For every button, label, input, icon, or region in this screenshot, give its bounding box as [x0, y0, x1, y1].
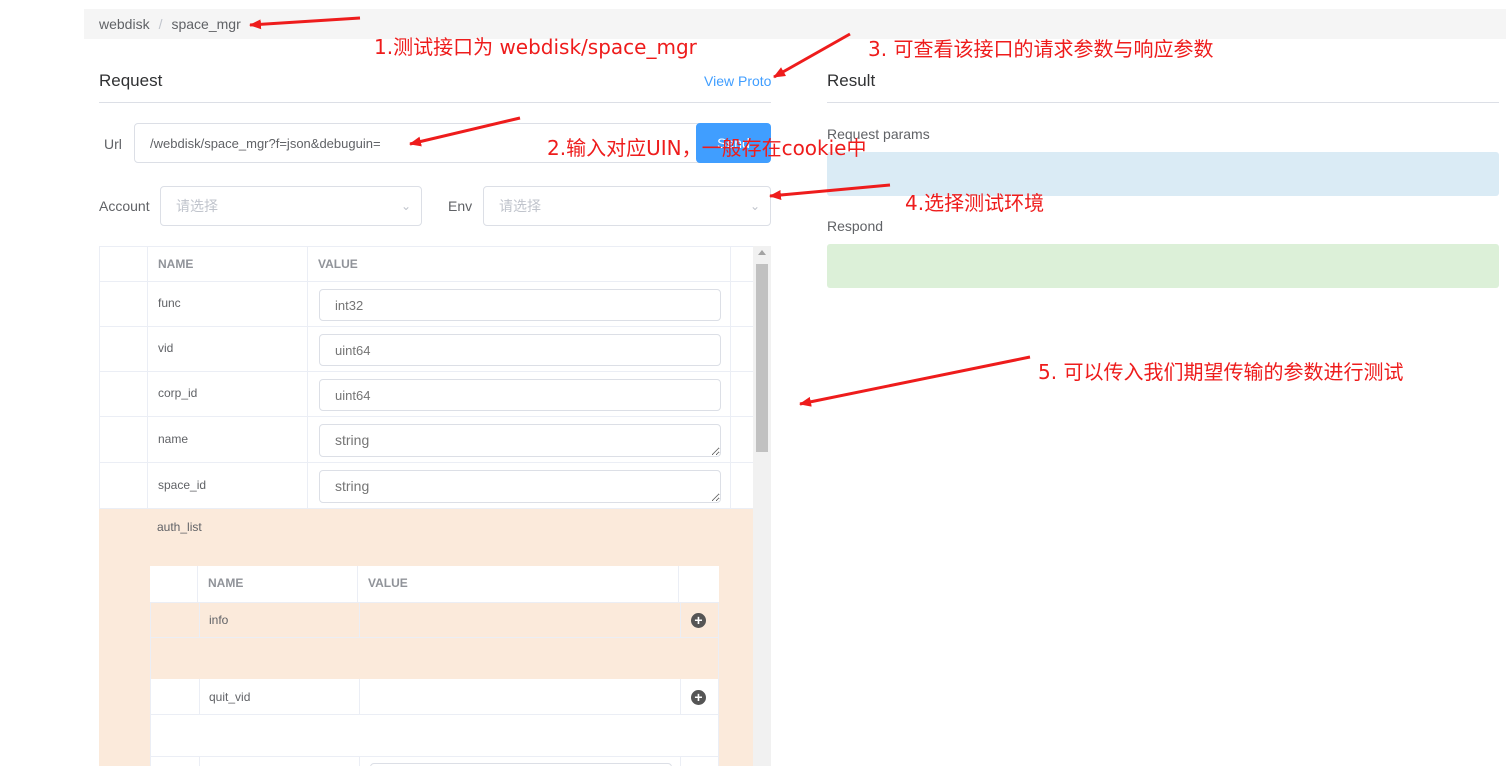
breadcrumb: webdisk / space_mgr [84, 9, 1506, 39]
add-icon[interactable]: + [691, 613, 706, 628]
table-row: name [99, 417, 753, 463]
nested-table-header: NAME VALUE [150, 566, 719, 603]
annotation-1: 1.测试接口为 webdisk/space_mgr [374, 35, 697, 59]
result-title: Result [827, 71, 876, 90]
param-name: space_id [148, 463, 308, 508]
table-row: vid [99, 327, 753, 372]
chevron-down-icon: ⌄ [400, 199, 411, 213]
nested-row-quit-vid: quit_vid + [150, 679, 719, 756]
view-proto-link[interactable]: View Proto [704, 73, 771, 89]
add-icon[interactable]: + [691, 690, 706, 705]
param-value-input[interactable] [319, 379, 721, 411]
request-divider [99, 102, 771, 103]
respond-label: Respond [827, 218, 884, 234]
respond-box [827, 244, 1499, 288]
nested-header-name: NAME [198, 566, 358, 602]
env-placeholder: 请选择 [499, 198, 541, 214]
header-value: VALUE [308, 247, 731, 281]
header-name: NAME [148, 247, 308, 281]
nested-row-info: info + [150, 602, 719, 679]
annotation-2: 2.输入对应UIN，一般存在cookie中 [547, 136, 867, 160]
result-divider [827, 102, 1499, 103]
breadcrumb-separator: / [158, 16, 163, 32]
table-row: space_id [99, 463, 753, 509]
param-name: vid [148, 327, 308, 371]
scrollbar-thumb[interactable] [756, 264, 768, 452]
url-label: Url [104, 136, 122, 152]
nested-row-partial [150, 756, 719, 766]
param-name: func [148, 282, 308, 326]
params-scrollbar[interactable] [753, 246, 771, 766]
table-row: corp_id [99, 372, 753, 417]
param-name: corp_id [148, 372, 308, 416]
params-table: NAME VALUE func vid corp_id name space_i… [99, 246, 753, 766]
param-value-textarea[interactable] [319, 424, 721, 457]
nested-header-value: VALUE [358, 566, 679, 602]
table-row-nested: auth_list NAME VALUE info + quit_vid + [99, 509, 753, 766]
table-header: NAME VALUE [99, 246, 753, 282]
account-label: Account [99, 198, 150, 214]
account-placeholder: 请选择 [176, 198, 218, 214]
chevron-down-icon: ⌄ [749, 199, 760, 213]
param-value-input[interactable] [319, 289, 721, 321]
param-name: auth_list [157, 520, 202, 534]
breadcrumb-item-space-mgr: space_mgr [171, 16, 241, 32]
annotation-5: 5. 可以传入我们期望传输的参数进行测试 [1038, 360, 1404, 384]
nested-param-name: info [209, 613, 229, 627]
nested-param-name: quit_vid [209, 690, 251, 704]
annotation-3: 3. 可查看该接口的请求参数与响应参数 [868, 37, 1214, 61]
param-value-textarea[interactable] [319, 470, 721, 503]
scroll-up-icon[interactable] [758, 250, 766, 255]
breadcrumb-item-webdisk[interactable]: webdisk [99, 16, 150, 32]
account-select[interactable]: 请选择 ⌄ [160, 186, 422, 226]
env-label: Env [448, 198, 473, 214]
request-title: Request [99, 71, 163, 90]
param-name: name [148, 417, 308, 462]
param-value-input[interactable] [319, 334, 721, 366]
env-select[interactable]: 请选择 ⌄ [483, 186, 771, 226]
annotation-4: 4.选择测试环境 [905, 191, 1045, 215]
annotation-arrow-5 [799, 355, 1031, 407]
table-row: func [99, 282, 753, 327]
